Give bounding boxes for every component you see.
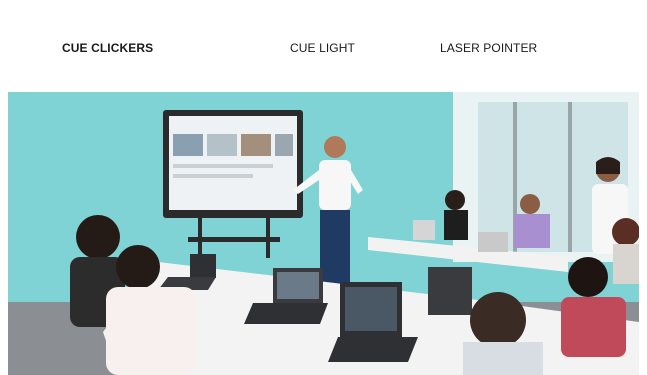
product-tab-bar: CUE CLICKERS CUE LIGHT LASER POINTER (0, 0, 647, 92)
classroom-photo (8, 92, 639, 375)
classroom-illustration (8, 92, 639, 375)
tab-cue-light[interactable]: CUE LIGHT (290, 41, 355, 55)
tab-laser-pointer[interactable]: LASER POINTER (440, 41, 537, 55)
tab-cue-clickers[interactable]: CUE CLICKERS (62, 41, 153, 55)
